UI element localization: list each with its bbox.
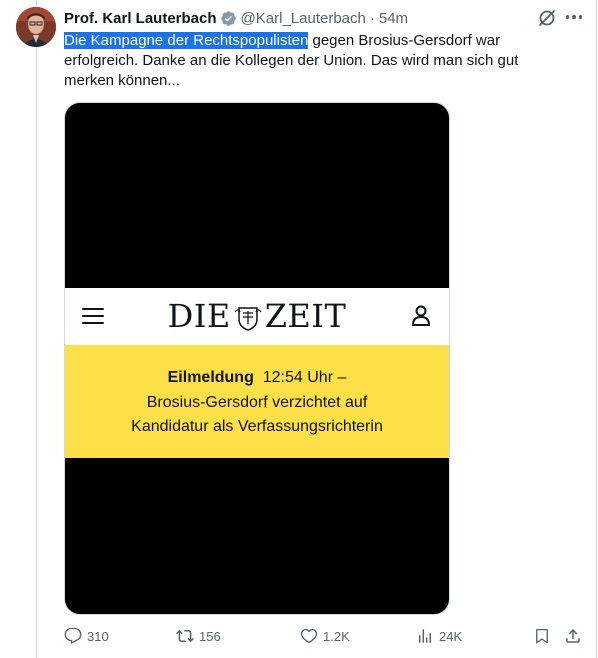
tweet-header: Prof. Karl Lauterbach @Karl_Lauterbach ·… (64, 8, 408, 28)
selected-text: Die Kampagne der Rechtspopulisten (64, 32, 309, 49)
grok-icon[interactable] (537, 8, 557, 28)
views-button[interactable]: 24K (416, 624, 462, 648)
like-icon (300, 628, 318, 644)
zeit-logo: DIE ZEIT (65, 296, 449, 336)
zeit-header-bar: DIE ZEIT (65, 288, 449, 345)
reply-button[interactable]: 310 (64, 624, 109, 648)
banner-line-2: Brosius-Gersdorf verzichtet auf (146, 394, 368, 411)
column-border (596, 0, 597, 658)
logo-left: DIE (167, 297, 231, 335)
tweet-text: Die Kampagne der Rechtspopulisten gegen … (64, 31, 534, 91)
thread-line (36, 0, 37, 658)
reply-icon (64, 627, 82, 645)
banner-label: Eilmeldung (167, 369, 254, 386)
author-name[interactable]: Prof. Karl Lauterbach (64, 10, 217, 27)
banner-headline-row: Eilmeldung 12:54 Uhr – (65, 369, 449, 387)
views-icon (419, 629, 431, 643)
share-icon (566, 628, 580, 643)
logo-right: ZEIT (264, 297, 347, 335)
repost-icon (176, 629, 194, 643)
like-button[interactable]: 1.2K (300, 624, 350, 648)
separator: · (369, 9, 375, 27)
like-count: 1.2K (323, 628, 350, 644)
bookmark-button[interactable] (533, 624, 556, 648)
verified-badge-icon (220, 10, 237, 27)
timestamp[interactable]: 54m (379, 10, 408, 27)
more-icon[interactable] (563, 6, 585, 28)
repost-button[interactable]: 156 (176, 624, 221, 648)
repost-count: 156 (199, 628, 221, 644)
action-bar: 310 156 1.2K 24K (64, 624, 584, 648)
views-count: 24K (439, 628, 463, 644)
avatar[interactable] (16, 7, 56, 47)
share-button[interactable] (564, 624, 587, 648)
bookmark-icon (536, 628, 548, 644)
author-handle[interactable]: @Karl_Lauterbach (241, 10, 366, 27)
banner-line-3: Kandidatur als Verfassungsrichterin (131, 418, 383, 435)
breaking-news-banner: Eilmeldung 12:54 Uhr – Brosius-Gersdorf … (65, 345, 449, 458)
crest-icon (233, 301, 263, 331)
tweet-image[interactable]: DIE ZEIT Eilmeldung 12:54 Uhr – Brosius-… (64, 102, 450, 615)
banner-time: 12:54 Uhr – (262, 369, 347, 386)
reply-count: 310 (87, 628, 109, 644)
user-icon (410, 304, 432, 328)
